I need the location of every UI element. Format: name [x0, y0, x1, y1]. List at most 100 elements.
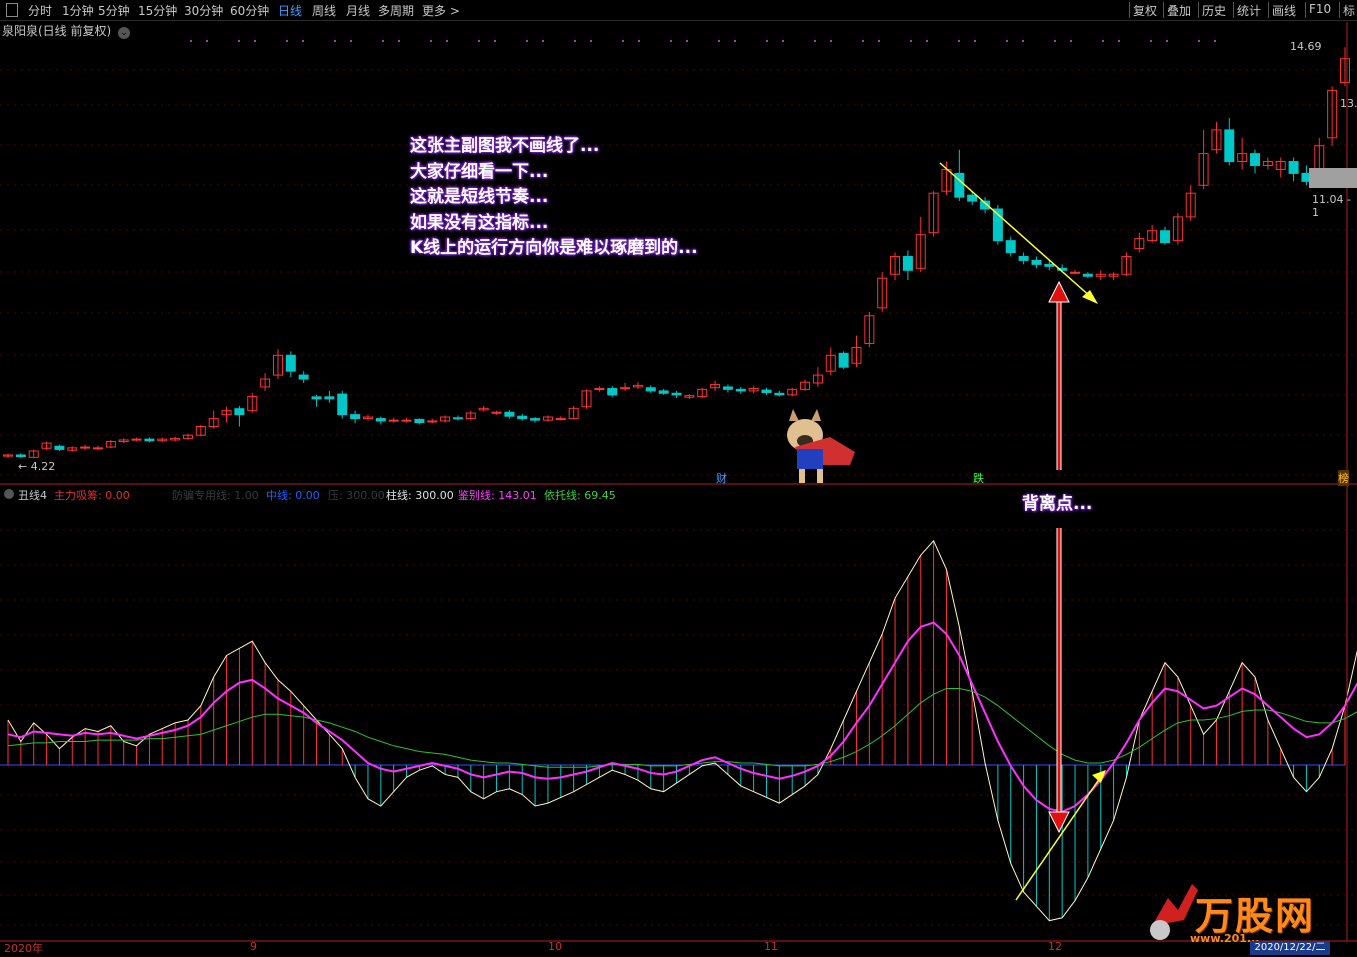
- candle-body: [1070, 271, 1081, 274]
- signal-dot: [734, 40, 736, 42]
- red-arrowhead-icon: [1048, 811, 1070, 834]
- signal-dot: [190, 40, 192, 42]
- candle-body: [645, 387, 656, 392]
- signal-dot: [1166, 40, 1168, 42]
- candle-body: [1250, 153, 1261, 167]
- signal-dot: [1022, 40, 1024, 42]
- signal-dot: [286, 40, 288, 42]
- candle-body: [491, 411, 502, 414]
- signal-dot: [974, 40, 976, 42]
- signal-dot: [526, 40, 528, 42]
- candle-body: [1224, 129, 1235, 163]
- signal-dot: [814, 40, 816, 42]
- signal-dot: [542, 40, 544, 42]
- candle-body: [1160, 230, 1171, 244]
- signal-dot: [622, 40, 624, 42]
- red-arrowhead-icon: [1048, 280, 1070, 303]
- candle-body: [607, 388, 618, 396]
- signal-dot: [1102, 40, 1104, 42]
- signal-dot: [478, 40, 480, 42]
- signal-dot: [766, 40, 768, 42]
- signal-dot: [670, 40, 672, 42]
- signal-dot: [334, 40, 336, 42]
- signal-dot: [1070, 40, 1072, 42]
- candle-body: [324, 396, 335, 400]
- candle-body: [671, 392, 682, 396]
- settings-icon[interactable]: [4, 489, 14, 499]
- signal-dot: [910, 40, 912, 42]
- price-range-box: [1309, 168, 1357, 188]
- candle-body: [1082, 273, 1093, 277]
- signal-dot: [1150, 40, 1152, 42]
- candle-body: [1018, 255, 1029, 261]
- candle-body: [285, 354, 296, 372]
- signal-dot: [350, 40, 352, 42]
- candle-body: [1288, 161, 1299, 174]
- signal-dot: [1214, 40, 1216, 42]
- annotation-line: 大家仔细看一下...: [410, 161, 549, 182]
- candle-body: [504, 411, 515, 417]
- price-low-label: ← 4.22: [18, 460, 56, 473]
- signal-dot: [206, 40, 208, 42]
- signal-dot: [718, 40, 720, 42]
- candle-body: [350, 414, 361, 420]
- signal-dot: [782, 40, 784, 42]
- candle-body: [144, 438, 155, 442]
- indicator-name: 丑线4: [18, 489, 47, 502]
- candle-body: [298, 374, 309, 380]
- candle-body: [131, 438, 142, 441]
- candle-body: [735, 388, 746, 392]
- x-label-nov: 11: [764, 940, 778, 953]
- divergence-label: 背离点...: [1022, 494, 1093, 514]
- signal-dot: [494, 40, 496, 42]
- candle-body: [234, 408, 245, 416]
- signal-dot: [1006, 40, 1008, 42]
- event-tag-cai[interactable]: 财: [716, 470, 727, 486]
- candle-body: [967, 194, 978, 202]
- signal-dot: [862, 40, 864, 42]
- candle-body: [414, 418, 425, 424]
- candle-body: [620, 387, 631, 390]
- x-label-dec: 12: [1048, 940, 1062, 953]
- candle-body: [658, 390, 669, 394]
- candle-body: [337, 393, 348, 416]
- indicator-title: 丑线4: [4, 487, 47, 503]
- signal-dot: [430, 40, 432, 42]
- candle-body: [427, 420, 438, 423]
- annotation-line: 这就是短线节奏...: [410, 187, 549, 207]
- candle-body: [311, 396, 322, 400]
- annotation-line: 这张主副图我不画线了...: [410, 136, 600, 156]
- appraise-line: [7, 621, 1357, 813]
- x-label-oct: 10: [548, 940, 562, 953]
- event-tag-die[interactable]: 跌: [973, 470, 984, 486]
- candle-body: [530, 418, 541, 421]
- indicator-item-2: 中线: 0.00: [266, 489, 320, 502]
- signal-dot: [302, 40, 304, 42]
- indicator-item-4: 柱线: 300.00: [386, 489, 454, 502]
- candle-body: [555, 418, 566, 421]
- signal-dot: [590, 40, 592, 42]
- x-label-sep: 9: [250, 940, 257, 953]
- candle-body: [517, 415, 528, 420]
- candle-body: [594, 388, 605, 391]
- indicator-item-1: 防骗专用线: 1.00: [172, 489, 259, 502]
- signal-dot: [1198, 40, 1200, 42]
- candle-body: [15, 454, 26, 458]
- signal-dot: [382, 40, 384, 42]
- candle-body: [761, 389, 772, 393]
- candle-body: [401, 419, 412, 422]
- signal-dot: [830, 40, 832, 42]
- signal-dot: [878, 40, 880, 42]
- candle-body: [80, 446, 91, 449]
- candle-body: [1031, 259, 1042, 265]
- indicator-item-3: 压: 300.00: [328, 489, 385, 502]
- price-range-label: 11.04 - 1: [1312, 193, 1351, 219]
- event-tag-bang[interactable]: 榜: [1338, 470, 1349, 486]
- signal-dot: [958, 40, 960, 42]
- indicator-item-6: 依托线: 69.45: [544, 489, 616, 502]
- indicator-item-0: 主力吸筹: 0.00: [54, 489, 130, 502]
- candle-body: [1044, 263, 1055, 267]
- signal-dot: [446, 40, 448, 42]
- candle-body: [902, 255, 913, 271]
- candle-body: [452, 417, 463, 420]
